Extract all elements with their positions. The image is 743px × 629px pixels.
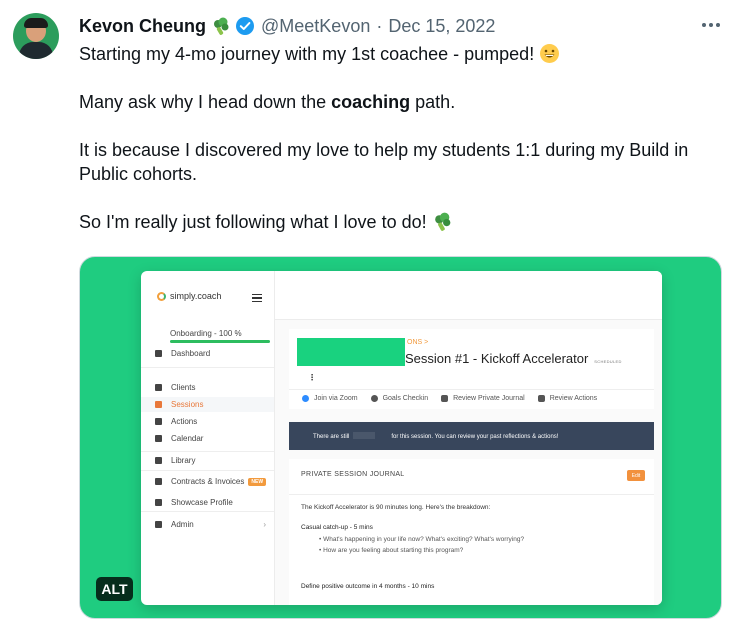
bullet-text: How are you feeling about starting this … bbox=[323, 547, 464, 554]
action-label: Goals Checkin bbox=[382, 394, 429, 402]
journal-section-1: Casual catch-up - 5 mins bbox=[301, 524, 373, 531]
tweet-bold-word: coaching bbox=[331, 92, 411, 112]
zoom-icon bbox=[302, 394, 309, 402]
logo-icon bbox=[157, 291, 166, 301]
app-topbar bbox=[275, 271, 662, 320]
journal-section-2: Define positive outcome in 4 months - 10… bbox=[301, 583, 435, 590]
nav-admin: Admin › bbox=[141, 517, 274, 532]
nav-library: Library bbox=[141, 453, 274, 468]
app-logo: simply.coach bbox=[157, 291, 221, 301]
tweet-header: Kevon Cheung @MeetKevon · Dec 15, 2022 bbox=[79, 14, 495, 38]
author-handle[interactable]: @MeetKevon bbox=[261, 16, 370, 37]
tweet-line-2b: path. bbox=[410, 92, 456, 112]
nav-label: Showcase Profile bbox=[171, 498, 233, 507]
session-card: ONS > Session #1 - Kickoff Accelerator SC… bbox=[289, 329, 654, 409]
nav-label: Sessions bbox=[171, 400, 204, 409]
nav-label: Admin bbox=[171, 520, 194, 529]
edit-button: Edit bbox=[627, 470, 645, 481]
session-title: Session #1 - Kickoff Accelerator SCHEDULE… bbox=[405, 351, 622, 366]
author-name[interactable]: Kevon Cheung bbox=[79, 16, 206, 37]
logo-text: simply.coach bbox=[170, 291, 222, 301]
home-icon bbox=[155, 350, 162, 357]
journal-bullet-1: • What's happening in your life now? Wha… bbox=[319, 536, 525, 543]
review-actions-action: Review Actions bbox=[537, 394, 598, 402]
chevron-right-icon: › bbox=[263, 520, 266, 529]
review-journal-action: Review Private Journal bbox=[441, 394, 525, 402]
journal-title: PRIVATE SESSION JOURNAL bbox=[301, 471, 405, 478]
join-zoom-action: Join via Zoom bbox=[302, 394, 358, 402]
calendar-icon bbox=[155, 435, 162, 442]
verified-badge-icon bbox=[236, 17, 255, 35]
action-label: Join via Zoom bbox=[314, 394, 358, 402]
nav-label: Actions bbox=[171, 417, 198, 426]
alt-text-badge[interactable]: ALT bbox=[96, 577, 133, 601]
app-sidebar: simply.coach Onboarding - 100 % Dashboar… bbox=[141, 271, 275, 605]
new-badge: NEW bbox=[248, 477, 267, 486]
status-badge: SCHEDULED bbox=[594, 359, 622, 364]
list-icon bbox=[155, 418, 162, 425]
onboarding-label: Onboarding - 100 % bbox=[170, 329, 242, 338]
session-actions: Join via Zoom Goals Checkin Review Priva… bbox=[289, 389, 654, 406]
user-icon bbox=[155, 384, 162, 391]
sessions-icon bbox=[155, 401, 162, 408]
nav-contracts: Contracts & Invoices NEW bbox=[141, 474, 274, 489]
tweet-date[interactable]: Dec 15, 2022 bbox=[388, 16, 495, 37]
nav-showcase: Showcase Profile bbox=[141, 495, 274, 510]
tweet-paragraph-1: Starting my 4-mo journey with my 1st coa… bbox=[79, 42, 729, 66]
tweet-paragraph-4: So I'm really just following what I love… bbox=[79, 210, 729, 234]
gear-icon bbox=[155, 521, 162, 528]
nav-sessions: Sessions bbox=[141, 397, 274, 412]
author-avatar[interactable] bbox=[13, 13, 59, 59]
journal-icon bbox=[441, 394, 449, 402]
tweet-line-1: Starting my 4-mo journey with my 1st coa… bbox=[79, 44, 535, 64]
nav-label: Clients bbox=[171, 383, 196, 392]
nav-clients: Clients bbox=[141, 380, 274, 395]
target-icon bbox=[370, 394, 378, 402]
broccoli-emoji-icon bbox=[434, 212, 450, 231]
nav-actions: Actions bbox=[141, 414, 274, 429]
hamburger-menu-icon bbox=[252, 292, 262, 304]
separator-dot: · bbox=[376, 15, 383, 36]
private-journal: PRIVATE SESSION JOURNAL Edit The Kickoff… bbox=[289, 459, 654, 605]
profile-card-icon bbox=[155, 499, 162, 506]
tweet-text: Starting my 4-mo journey with my 1st coa… bbox=[79, 42, 729, 258]
more-options-icon[interactable] bbox=[697, 14, 725, 36]
list-icon bbox=[537, 394, 545, 402]
tweet-media-image[interactable]: simply.coach Onboarding - 100 % Dashboar… bbox=[79, 256, 722, 619]
grinning-face-emoji-icon bbox=[540, 44, 560, 63]
app-screenshot: simply.coach Onboarding - 100 % Dashboar… bbox=[141, 271, 662, 605]
kebab-menu-icon: ⋮ bbox=[308, 373, 316, 382]
banner-text-post: for this session. You can review your pa… bbox=[391, 433, 559, 440]
document-icon bbox=[155, 478, 162, 485]
nav-label: Library bbox=[171, 456, 196, 465]
nav-label: Dashboard bbox=[171, 349, 211, 358]
tweet-paragraph-3: It is because I discovered my love to he… bbox=[79, 140, 689, 184]
tweet-line-4: So I'm really just following what I love… bbox=[79, 212, 427, 232]
bullet-text: What's happening in your life now? What'… bbox=[323, 536, 525, 543]
journal-bullet-2: • How are you feeling about starting thi… bbox=[319, 547, 464, 554]
app-main: ONS > Session #1 - Kickoff Accelerator SC… bbox=[275, 271, 662, 605]
action-label: Review Private Journal bbox=[453, 394, 525, 402]
tweet-line-2a: Many ask why I head down the bbox=[79, 92, 332, 112]
breadcrumb: ONS > bbox=[407, 339, 429, 346]
nav-label: Calendar bbox=[171, 434, 204, 443]
onboarding-progress bbox=[170, 340, 270, 343]
journal-intro: The Kickoff Accelerator is 90 minutes lo… bbox=[301, 504, 491, 511]
broccoli-emoji-icon bbox=[214, 17, 229, 35]
banner-text-pre: There are still bbox=[313, 433, 350, 440]
nav-label: Contracts & Invoices bbox=[171, 477, 245, 486]
library-icon bbox=[155, 457, 162, 464]
goals-checkin-action: Goals Checkin bbox=[370, 394, 429, 402]
info-banner: There are still for this session. You can… bbox=[289, 422, 654, 450]
nav-calendar: Calendar bbox=[141, 431, 274, 446]
banner-highlight bbox=[353, 432, 376, 440]
tweet: Kevon Cheung @MeetKevon · Dec 15, 2022 S… bbox=[0, 0, 743, 629]
session-title-text: Session #1 - Kickoff Accelerator bbox=[405, 351, 589, 366]
nav-dashboard: Dashboard bbox=[141, 346, 274, 361]
tweet-paragraph-2: Many ask why I head down the coaching pa… bbox=[79, 90, 729, 114]
action-label: Review Actions bbox=[549, 394, 598, 402]
redacted-block bbox=[297, 338, 405, 366]
